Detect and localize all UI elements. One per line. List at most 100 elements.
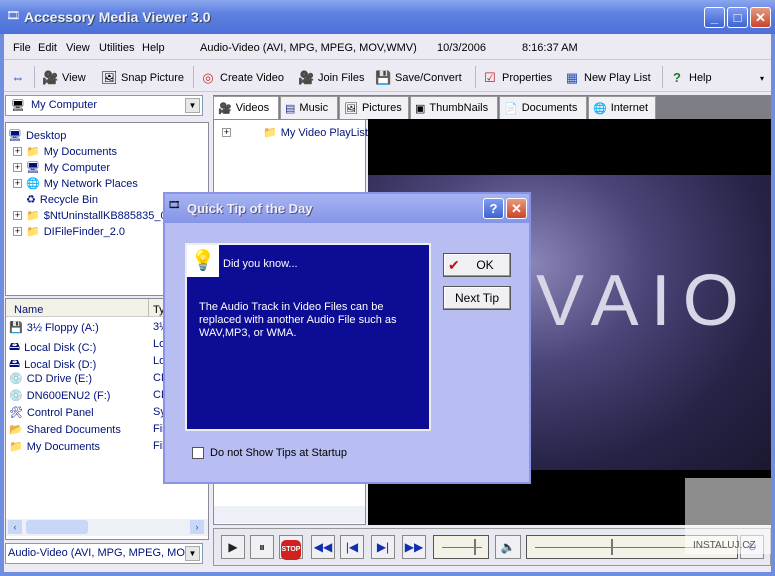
snap-picture-button[interactable]: 🖼Snap Picture — [101, 70, 184, 86]
computer-icon: 🖥 — [11, 99, 25, 112]
expand-icon: + — [13, 227, 22, 236]
toggle-panes-button[interactable]: ⇔ — [10, 70, 26, 86]
list-row[interactable]: 💿DN600ENU2 (F:)CD — [9, 389, 110, 402]
new-play-list-button[interactable]: ▦New Play List — [564, 70, 651, 86]
network-icon: 🌐 — [26, 177, 40, 190]
menu-file[interactable]: File — [13, 42, 31, 54]
ok-button[interactable]: ✔OK — [443, 253, 511, 277]
tree-item[interactable]: +📁My Documents — [13, 145, 117, 158]
create-video-button[interactable]: ◎Create Video — [200, 70, 284, 86]
rewind-button[interactable]: ◀◀ — [311, 535, 335, 559]
slider-thumb — [611, 539, 613, 555]
tab-videos[interactable]: 🎥Videos — [213, 96, 279, 119]
position-slider[interactable] — [433, 535, 489, 559]
title-bar[interactable]: 🎞 Accessory Media Viewer 3.0 _ □ ✕ — [0, 0, 775, 34]
drive-icon: 🛠 — [9, 406, 23, 419]
expand-icon: + — [13, 163, 22, 172]
file-type-combo[interactable]: Audio-Video (AVI, MPG, MPEG, MOV ▼ — [5, 543, 203, 564]
properties-button[interactable]: ☑Properties — [482, 70, 552, 86]
help-icon: ? — [669, 70, 685, 86]
join-files-button[interactable]: 🎥Join Files — [298, 70, 364, 86]
help-button[interactable]: ?Help — [669, 70, 712, 86]
play-button[interactable]: ▶ — [221, 535, 245, 559]
drive-icon: 💾 — [9, 321, 23, 334]
mute-button[interactable]: 🔈 — [495, 535, 521, 559]
tab-internet[interactable]: 🌐Internet — [588, 96, 656, 119]
row-name: CD Drive (E:) — [27, 373, 92, 385]
list-row[interactable]: 🛠Control PanelSy — [9, 406, 94, 419]
drive-icon: 📁 — [9, 440, 23, 453]
menu-help[interactable]: Help — [142, 42, 165, 54]
dialog-title-bar[interactable]: 🎞 Quick Tip of the Day ? ✕ — [165, 194, 529, 223]
list-row[interactable]: 📁My DocumentsFil — [9, 440, 100, 453]
camera-icon: 🎥 — [42, 70, 58, 86]
tab-music[interactable]: ▤Music — [280, 96, 338, 119]
close-button[interactable]: ✕ — [750, 7, 771, 28]
menu-view[interactable]: View — [66, 42, 90, 54]
play-icon: ▶ — [228, 540, 237, 554]
slider-thumb — [474, 539, 476, 555]
thumbnails-icon: ▣ — [415, 102, 425, 115]
tree-item[interactable]: +📁DIFileFinder_2.0 — [13, 225, 125, 238]
tab-documents[interactable]: 📄Documents — [499, 96, 587, 119]
folder-icon: 📁 — [26, 145, 40, 158]
row-name: DN600ENU2 (F:) — [27, 390, 111, 402]
scroll-thumb — [26, 520, 88, 534]
menu-utilities[interactable]: Utilities — [99, 42, 134, 54]
join-icon: 🎥 — [298, 70, 314, 86]
expand-icon: + — [13, 179, 22, 188]
next-button[interactable]: ▶| — [371, 535, 395, 559]
tree-item[interactable]: ♻Recycle Bin — [26, 193, 98, 206]
create-video-icon: ◎ — [200, 70, 216, 86]
recycle-bin-icon: ♻ — [26, 193, 36, 206]
pause-icon: ⏸ — [259, 540, 265, 554]
watermark: INSTALUJ.CZ — [685, 478, 771, 554]
tip-dialog: 🎞 Quick Tip of the Day ? ✕ 💡 Did you kno… — [163, 192, 531, 484]
toolbar: ⇔ 🎥View 🖼Snap Picture ◎Create Video 🎥Joi… — [4, 62, 771, 92]
picture-icon: 🖼 — [344, 102, 358, 115]
toolbar-overflow-icon[interactable]: ▾ — [760, 74, 764, 83]
dont-show-checkbox[interactable] — [192, 447, 204, 459]
dialog-close-button[interactable]: ✕ — [506, 198, 527, 219]
tab-thumbnails[interactable]: ▣ThumbNails — [410, 96, 498, 119]
pause-button[interactable]: ⏸ — [250, 535, 274, 559]
view-button[interactable]: 🎥View — [42, 70, 86, 86]
folder-icon: 📁 — [26, 209, 40, 222]
chevron-down-icon[interactable]: ▼ — [185, 546, 200, 561]
stop-icon: STOP — [281, 540, 301, 560]
maximize-button[interactable]: □ — [727, 7, 748, 28]
dont-show-label[interactable]: Do not Show Tips at Startup — [210, 447, 347, 459]
next-tip-button[interactable]: Next Tip — [443, 286, 511, 310]
chevron-down-icon[interactable]: ▼ — [185, 98, 200, 113]
music-icon: ▤ — [285, 102, 295, 115]
menu-edit[interactable]: Edit — [38, 42, 57, 54]
playlist-scrollbar[interactable] — [214, 506, 365, 523]
list-row[interactable]: 📂Shared DocumentsFil — [9, 423, 121, 436]
column-header-name[interactable]: Name — [14, 304, 43, 316]
time-label: 8:16:37 AM — [522, 42, 578, 54]
date-label: 10/3/2006 — [437, 42, 486, 54]
list-row[interactable]: 💾3½ Floppy (A:)3½ — [9, 321, 99, 334]
playlist-icon: ▦ — [564, 70, 580, 86]
drive-icon: 📂 — [9, 423, 23, 436]
stop-button[interactable]: STOP — [279, 535, 303, 559]
window-title: Accessory Media Viewer 3.0 — [24, 9, 211, 25]
list-row[interactable]: 💿CD Drive (E:)CD — [9, 372, 92, 385]
tree-item[interactable]: +📁$NtUninstallKB885835_0 — [13, 209, 167, 222]
horizontal-scrollbar[interactable]: ‹ › — [6, 519, 208, 536]
globe-icon: 🌐 — [593, 102, 607, 115]
previous-button[interactable]: |◀ — [340, 535, 364, 559]
location-combo[interactable]: 🖥 My Computer ▼ — [5, 95, 203, 116]
tab-pictures[interactable]: 🖼Pictures — [339, 96, 409, 119]
tip-panel: 💡 Did you know... The Audio Track in Vid… — [185, 243, 431, 431]
save-convert-button[interactable]: 💾Save/Convert — [375, 70, 462, 86]
tree-item[interactable]: +🖥My Computer — [13, 161, 110, 174]
tree-item[interactable]: +🌐My Network Places — [13, 177, 138, 190]
camera-icon: 🎥 — [218, 102, 232, 115]
dialog-help-button[interactable]: ? — [483, 198, 504, 219]
playlist-item[interactable]: +📁My Video PlayList — [222, 126, 368, 139]
forward-button[interactable]: ▶▶ — [402, 535, 426, 559]
minimize-button[interactable]: _ — [704, 7, 725, 28]
tree-item[interactable]: 🖥Desktop — [8, 129, 66, 142]
computer-icon: 🖥 — [26, 161, 40, 174]
